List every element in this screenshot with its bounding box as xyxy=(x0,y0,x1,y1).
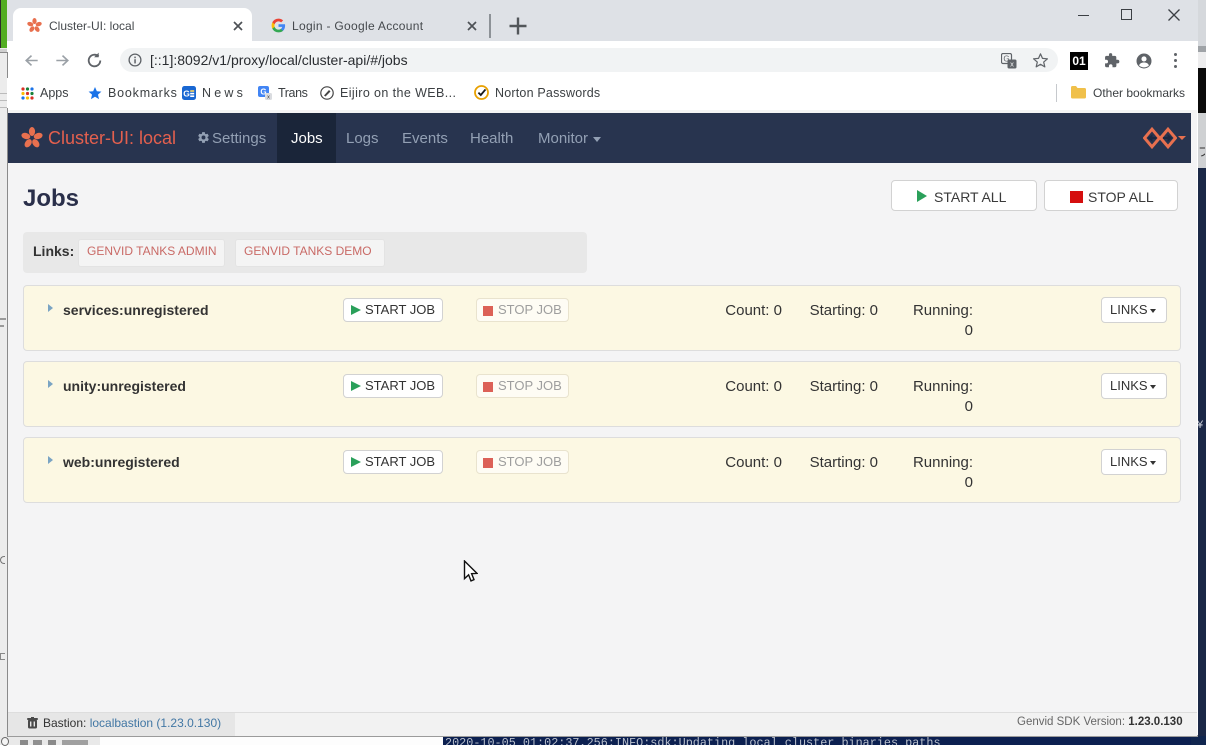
svg-text:x: x xyxy=(1010,60,1014,69)
svg-text:G: G xyxy=(183,88,190,98)
svg-text:x: x xyxy=(267,95,270,100)
